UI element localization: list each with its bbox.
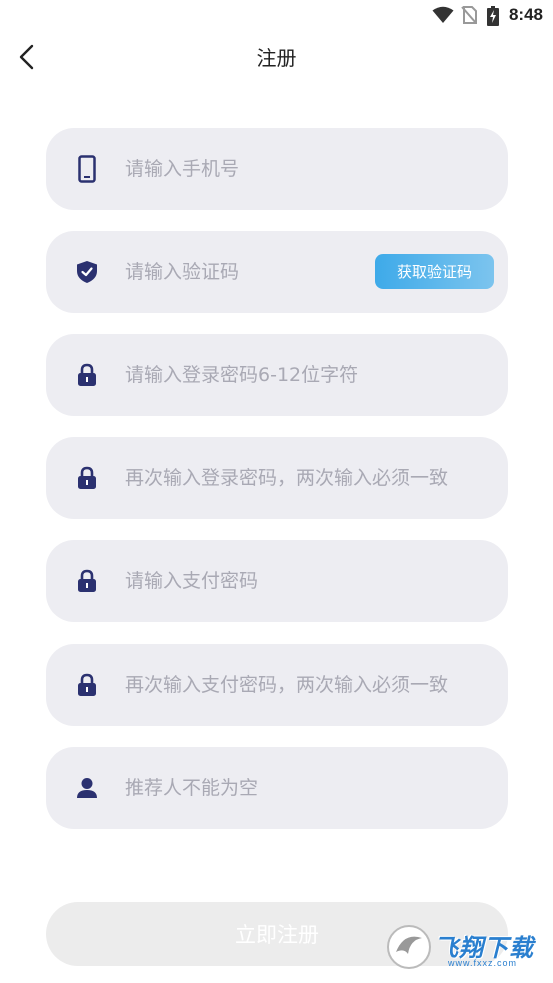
lock-icon bbox=[73, 360, 101, 390]
referrer-field bbox=[46, 747, 508, 829]
page-title: 注册 bbox=[256, 46, 297, 70]
battery-charging-icon bbox=[487, 6, 499, 30]
nav-bar: 注册 bbox=[0, 30, 553, 84]
lock-icon bbox=[73, 566, 101, 596]
status-bar: 8:48 bbox=[0, 0, 553, 30]
lock-icon bbox=[73, 463, 101, 493]
no-sim-icon bbox=[461, 6, 477, 28]
get-code-button[interactable]: 获取验证码 bbox=[375, 254, 494, 289]
lock-icon bbox=[73, 670, 101, 700]
phone-input[interactable] bbox=[125, 128, 485, 210]
password-confirm-input[interactable] bbox=[125, 437, 485, 519]
shield-check-icon bbox=[73, 257, 101, 287]
pay-password-confirm-input[interactable] bbox=[125, 644, 485, 726]
pay-password-confirm-field bbox=[46, 644, 508, 726]
watermark-logo: 飞翔下载 www.fxxz.com bbox=[386, 922, 546, 972]
verify-code-field: 获取验证码 bbox=[46, 231, 508, 313]
status-time: 8:48 bbox=[508, 5, 543, 24]
phone-icon bbox=[73, 154, 101, 184]
password-confirm-field bbox=[46, 437, 508, 519]
password-input[interactable] bbox=[125, 334, 485, 416]
wifi-icon bbox=[432, 6, 454, 28]
verify-code-input[interactable] bbox=[125, 231, 365, 313]
phone-field bbox=[46, 128, 508, 210]
watermark-url: www.fxxz.com bbox=[448, 958, 518, 968]
user-icon bbox=[73, 773, 101, 803]
referrer-input[interactable] bbox=[125, 747, 485, 829]
pay-password-input[interactable] bbox=[125, 540, 485, 622]
watermark-swirl-icon bbox=[387, 925, 431, 969]
password-field bbox=[46, 334, 508, 416]
pay-password-field bbox=[46, 540, 508, 622]
